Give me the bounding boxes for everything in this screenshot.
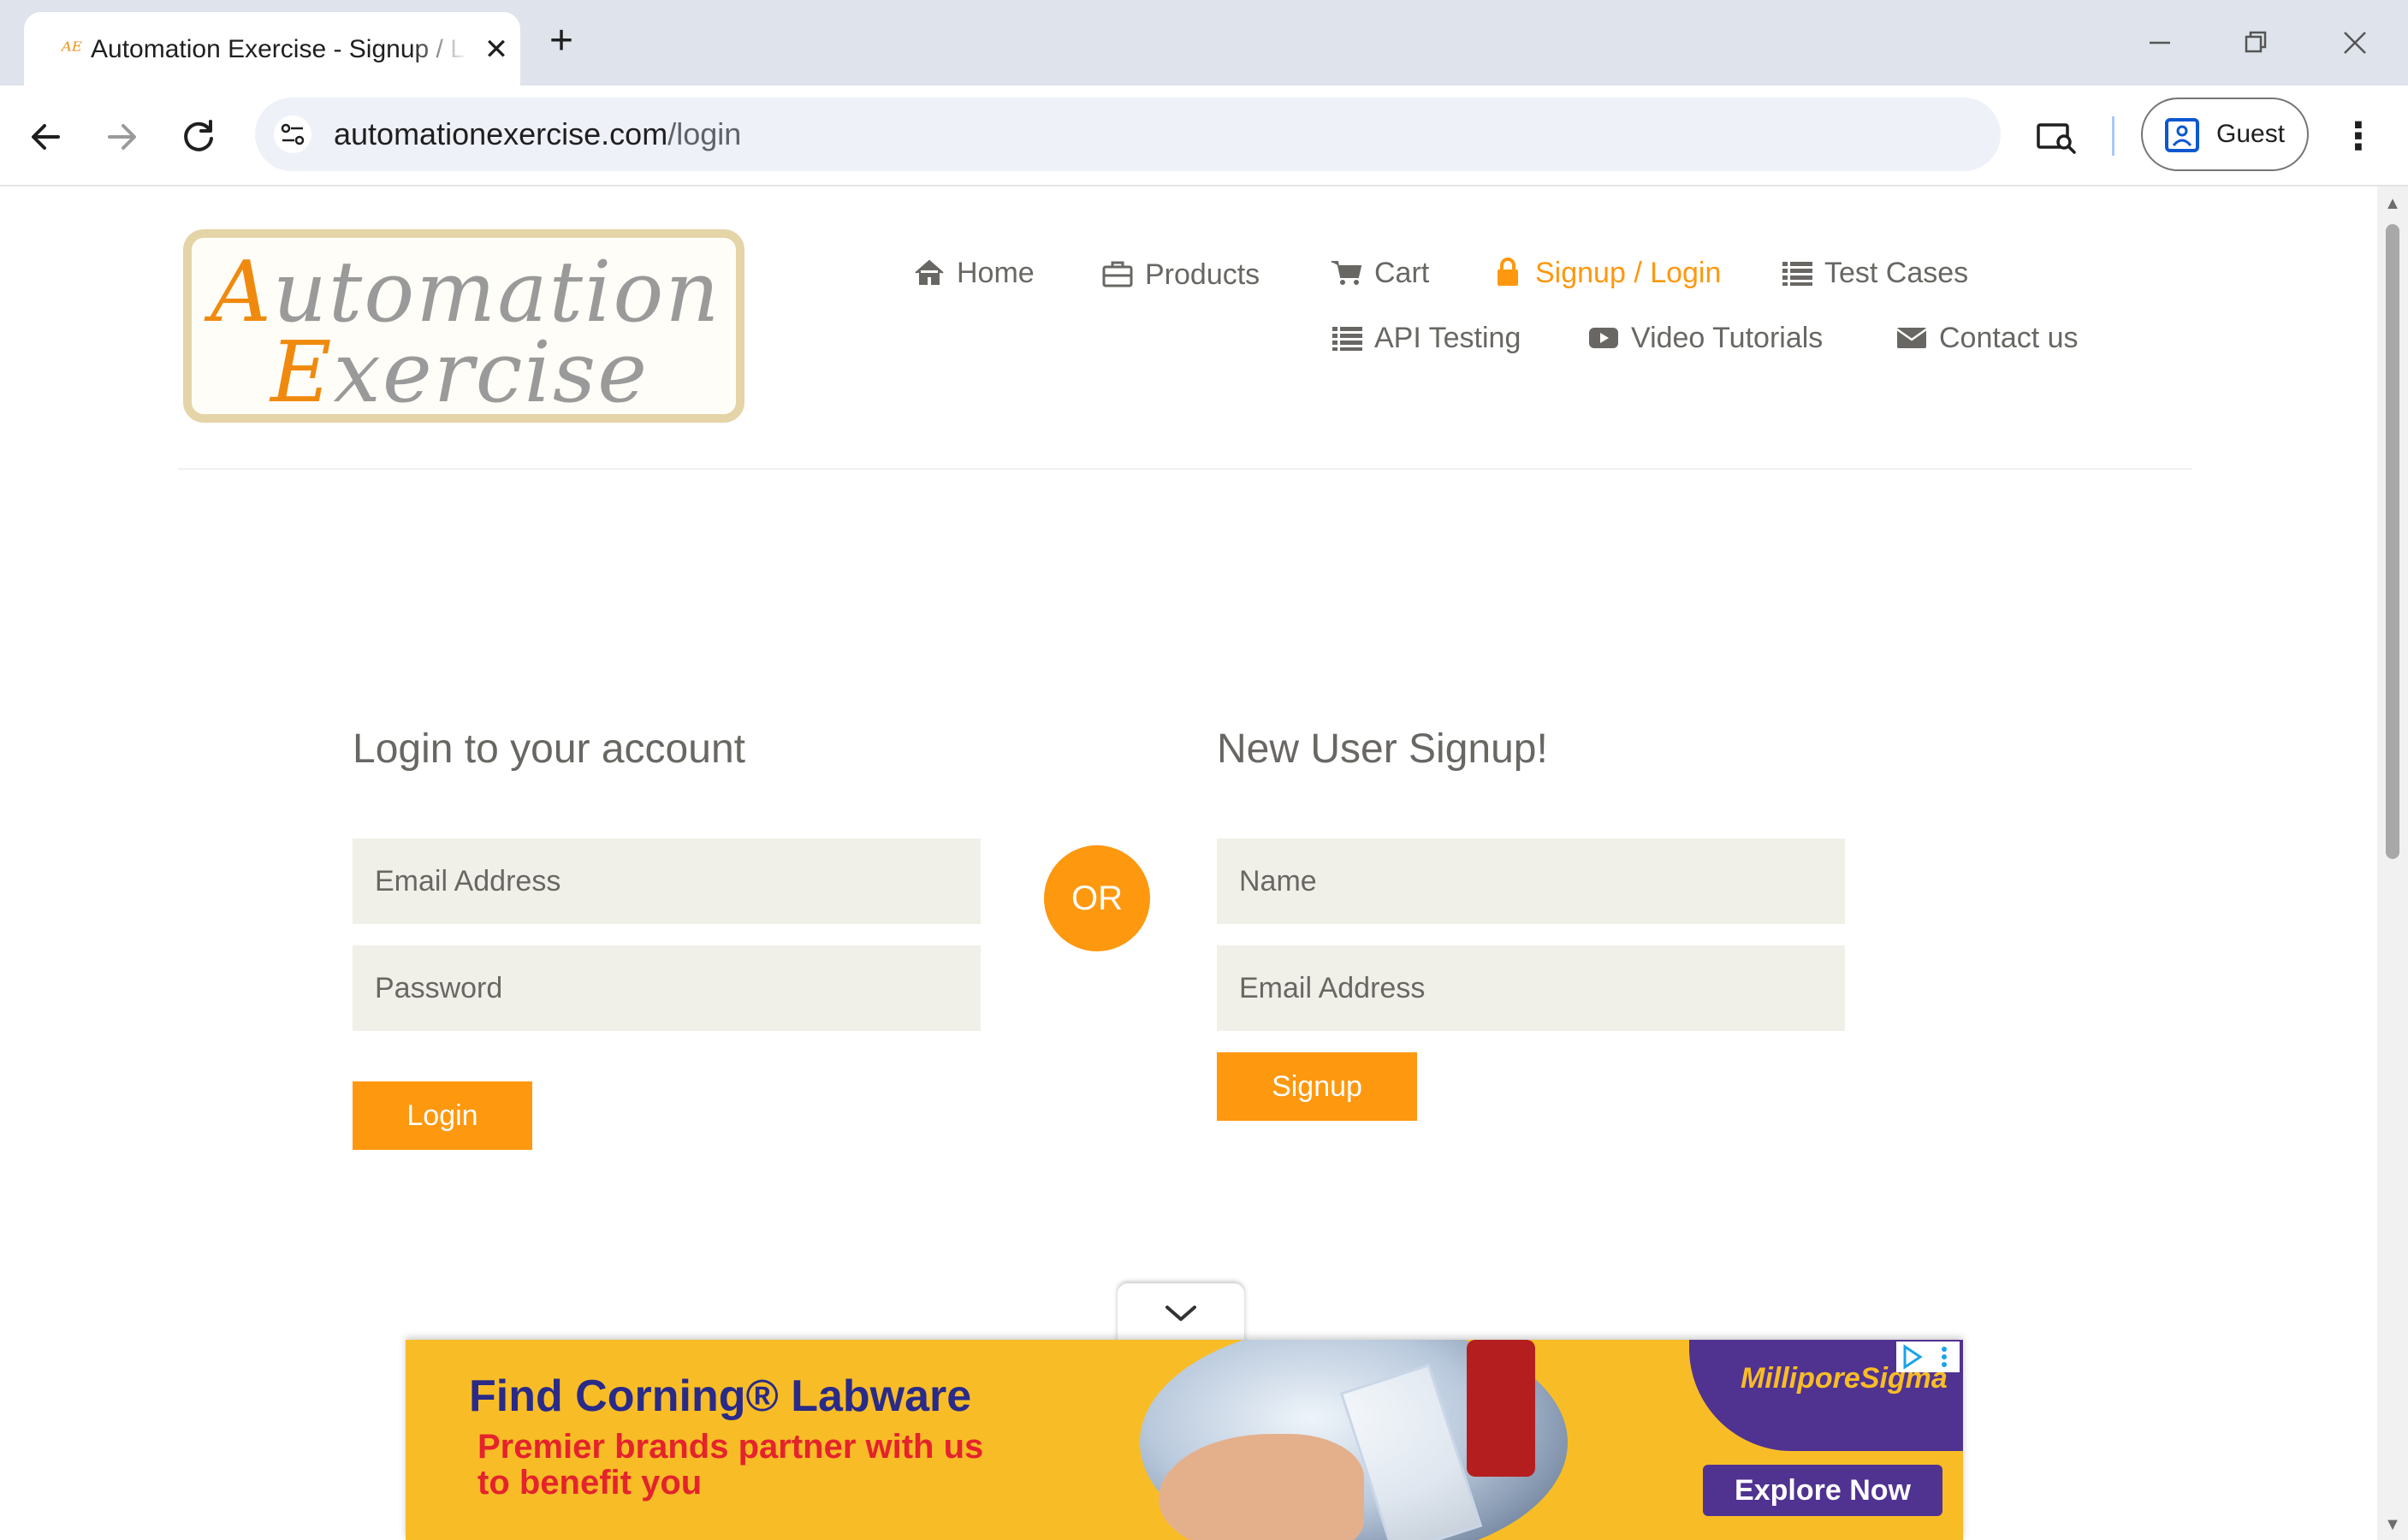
login-button[interactable]: Login bbox=[353, 1081, 532, 1150]
profile-label: Guest bbox=[2216, 120, 2286, 148]
home-icon bbox=[915, 259, 944, 286]
site-logo[interactable]: Automation Exercise bbox=[183, 229, 744, 423]
nav-cart[interactable]: Cart bbox=[1330, 252, 1429, 294]
vertical-scrollbar[interactable]: ▲ ▼ bbox=[2377, 187, 2408, 1540]
profile-avatar-icon bbox=[2165, 118, 2199, 152]
nav-test-cases[interactable]: Test Cases bbox=[1780, 252, 1968, 294]
browser-tab-strip: ᴬᴱ Automation Exercise - Signup / Login … bbox=[0, 0, 2408, 86]
list-icon bbox=[1332, 327, 1362, 352]
browser-toolbar: automationexercise.com/login Guest ⋮ bbox=[0, 86, 2408, 187]
scroll-thumb[interactable] bbox=[2386, 224, 2399, 859]
nav-contact-us[interactable]: Contact us bbox=[1895, 317, 2079, 359]
or-divider: OR bbox=[1044, 845, 1150, 951]
briefcase-icon bbox=[1102, 261, 1133, 287]
signup-email-input[interactable] bbox=[1217, 945, 1845, 1031]
browser-menu-icon[interactable]: ⋮ bbox=[2334, 110, 2382, 164]
back-icon[interactable] bbox=[19, 110, 74, 164]
ad-red-glass-image bbox=[1467, 1340, 1535, 1477]
scroll-up-icon[interactable]: ▲ bbox=[2384, 195, 2401, 212]
new-tab-icon[interactable]: + bbox=[543, 21, 580, 62]
adchoices-icon[interactable] bbox=[1896, 1342, 1960, 1372]
page-search-icon[interactable] bbox=[2030, 110, 2085, 164]
restore-icon[interactable] bbox=[2232, 19, 2280, 67]
logo-line-2: Exercise bbox=[270, 324, 649, 422]
signup-form-title: New User Signup! bbox=[1217, 726, 1548, 772]
signup-name-input[interactable] bbox=[1217, 838, 1845, 924]
logo-line-1: Automation bbox=[211, 244, 721, 341]
youtube-icon bbox=[1589, 328, 1618, 349]
ad-headline: Find Corning® Labware bbox=[469, 1371, 972, 1421]
tab-title: Automation Exercise - Signup / Login bbox=[91, 35, 467, 63]
url-text: automationexercise.com/login bbox=[334, 116, 742, 151]
toolbar-separator bbox=[2112, 116, 2114, 156]
ad-subline: Premier brands partner with us to benefi… bbox=[477, 1428, 984, 1502]
ad-collapse-toggle[interactable] bbox=[1118, 1283, 1244, 1345]
address-bar[interactable]: automationexercise.com/login bbox=[255, 98, 2001, 171]
minimize-icon[interactable] bbox=[2136, 19, 2184, 67]
nav-api-testing[interactable]: API Testing bbox=[1330, 317, 1521, 359]
close-window-icon[interactable] bbox=[2331, 19, 2379, 67]
chevron-down-icon bbox=[1165, 1306, 1196, 1321]
ad-explore-button[interactable]: Explore Now bbox=[1703, 1465, 1942, 1516]
close-tab-icon[interactable]: ✕ bbox=[477, 31, 515, 68]
signup-button[interactable]: Signup bbox=[1217, 1052, 1417, 1121]
list-icon bbox=[1782, 262, 1812, 287]
cart-icon bbox=[1332, 261, 1362, 286]
nav-products[interactable]: Products bbox=[1100, 253, 1260, 296]
browser-tab[interactable]: ᴬᴱ Automation Exercise - Signup / Login … bbox=[24, 12, 520, 86]
nav-home[interactable]: Home bbox=[912, 252, 1035, 294]
login-email-input[interactable] bbox=[353, 838, 981, 924]
forward-icon[interactable] bbox=[94, 110, 149, 164]
envelope-icon bbox=[1896, 328, 1927, 349]
header-divider bbox=[178, 468, 2192, 470]
page-viewport: Automation Exercise Home Products Cart S… bbox=[0, 187, 2377, 1540]
reload-icon[interactable] bbox=[171, 110, 226, 164]
scroll-down-icon[interactable]: ▼ bbox=[2384, 1516, 2401, 1533]
site-settings-icon[interactable] bbox=[274, 116, 311, 153]
lock-icon bbox=[1498, 258, 1518, 287]
nav-video-tutorials[interactable]: Video Tutorials bbox=[1587, 317, 1823, 359]
advertisement-banner[interactable]: Find Corning® Labware Premier brands par… bbox=[406, 1340, 1963, 1540]
profile-button[interactable]: Guest bbox=[2141, 98, 2309, 171]
login-form-title: Login to your account bbox=[353, 726, 745, 772]
login-password-input[interactable] bbox=[353, 945, 981, 1031]
nav-signup-login[interactable]: Signup / Login bbox=[1491, 252, 1721, 294]
